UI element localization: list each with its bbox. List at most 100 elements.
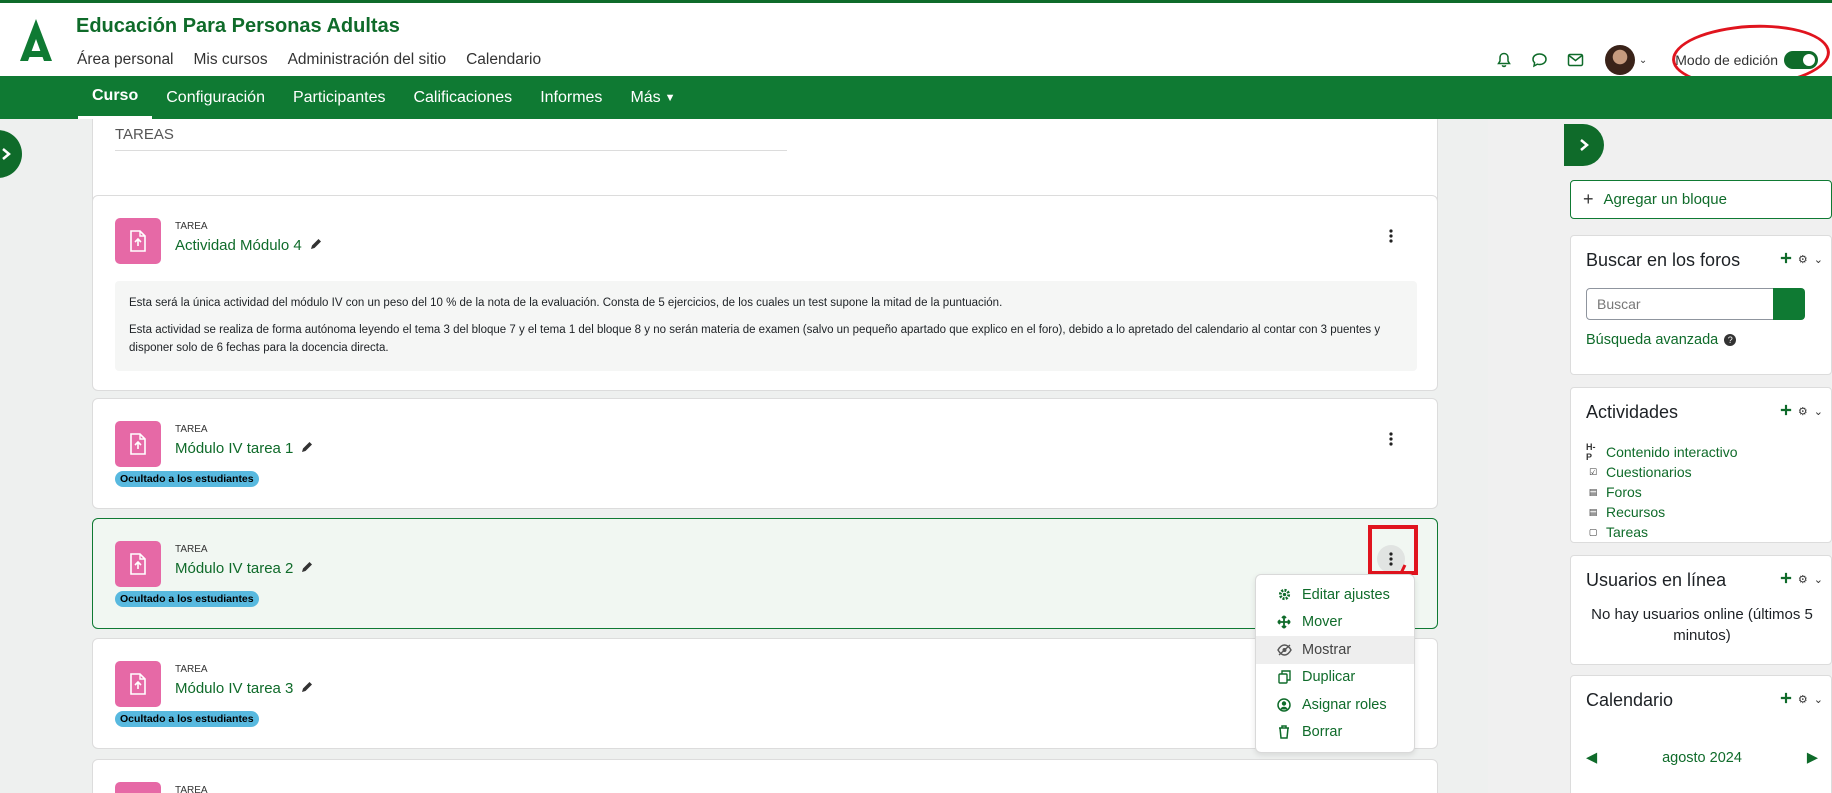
add-block-button[interactable]: + Agregar un bloque <box>1570 180 1832 219</box>
description-paragraph: Esta actividad se realiza de forma autón… <box>129 324 1381 354</box>
menu-item-duplicate[interactable]: Duplicar <box>1256 664 1414 692</box>
nav-area-personal[interactable]: Área personal <box>77 51 174 69</box>
assignment-icon <box>115 541 161 587</box>
tab-mas[interactable]: Más ▼ <box>616 76 689 119</box>
advanced-search-link[interactable]: Búsqueda avanzada ? <box>1586 332 1737 348</box>
block-controls: ⚙ ⌄ <box>1780 692 1823 707</box>
activity-name-link[interactable]: Actividad Módulo 4 <box>175 237 322 254</box>
chevron-down-icon[interactable]: ⌄ <box>1814 253 1823 266</box>
chevron-down-icon[interactable]: ⌄ <box>1814 693 1823 706</box>
activity-type: TAREA <box>175 221 208 232</box>
user-avatar[interactable] <box>1604 45 1635 75</box>
mail-icon[interactable] <box>1565 49 1587 71</box>
menu-item-edit-settings[interactable]: Editar ajustes <box>1256 581 1414 609</box>
assignment-icon <box>115 661 161 707</box>
list-item[interactable]: H-P Contenido interactivo <box>1586 442 1738 462</box>
calendar-month: agosto 2024 <box>1662 750 1742 766</box>
assignment-icon <box>115 782 161 793</box>
plus-icon: + <box>1583 189 1594 209</box>
menu-item-delete[interactable]: Borrar <box>1256 719 1414 747</box>
activity-card: TAREA Módulo IV tarea 2 Ocultado a los e… <box>92 518 1438 629</box>
menu-item-label: Asignar roles <box>1302 696 1387 713</box>
forum-search-button[interactable] <box>1773 288 1805 320</box>
pencil-icon[interactable] <box>301 440 313 457</box>
menu-item-label: Mostrar <box>1302 641 1352 658</box>
menu-item-assign-roles[interactable]: Asignar roles <box>1256 691 1414 719</box>
help-icon[interactable]: ? <box>1724 334 1737 346</box>
list-item-label: Cuestionarios <box>1606 464 1692 480</box>
gear-icon[interactable]: ⚙ <box>1798 253 1808 266</box>
block-calendar: Calendario ⚙ ⌄ ◀ agosto 2024 ▶ <box>1570 675 1832 793</box>
activity-card: TAREA <box>92 759 1438 793</box>
forum-search-input[interactable]: Buscar <box>1586 288 1774 320</box>
activity-name-link[interactable]: Módulo IV tarea 3 <box>175 680 313 697</box>
h5p-icon: H-P <box>1586 442 1596 462</box>
activity-name[interactable]: Módulo IV tarea 1 <box>175 440 293 457</box>
menu-item-move[interactable]: Mover <box>1256 609 1414 637</box>
menu-item-show[interactable]: Mostrar <box>1256 636 1414 664</box>
activity-name-link[interactable]: Módulo IV tarea 1 <box>175 440 313 457</box>
toggle-block-drawer-button[interactable] <box>1564 124 1604 166</box>
nav-calendario[interactable]: Calendario <box>466 51 541 69</box>
activity-type: TAREA <box>175 664 208 675</box>
divider <box>115 150 787 151</box>
online-users-text: No hay usuarios online (últimos 5 minuto… <box>1591 606 1813 644</box>
block-activities: Actividades ⚙ ⌄ H-P Contenido interactivo… <box>1570 387 1832 543</box>
pencil-icon[interactable] <box>310 237 322 254</box>
tab-configuracion[interactable]: Configuración <box>152 76 279 119</box>
gear-icon[interactable]: ⚙ <box>1798 573 1808 586</box>
move-icon[interactable] <box>1780 572 1792 587</box>
chat-icon[interactable] <box>1529 49 1551 71</box>
kebab-menu-icon[interactable] <box>1381 429 1401 449</box>
kebab-menu-icon[interactable] <box>1381 226 1401 246</box>
gear-icon[interactable]: ⚙ <box>1798 405 1808 418</box>
block-controls: ⚙ ⌄ <box>1780 572 1823 587</box>
bell-icon[interactable] <box>1493 49 1515 71</box>
nav-administracion[interactable]: Administración del sitio <box>288 51 447 69</box>
move-icon[interactable] <box>1780 692 1792 707</box>
next-month-icon[interactable]: ▶ <box>1807 750 1818 766</box>
description-paragraph: Esta será la única actividad del módulo … <box>129 297 1003 309</box>
file-icon: ▤ <box>1588 506 1598 517</box>
hidden-badge: Ocultado a los estudiantes <box>115 711 259 727</box>
chevron-down-icon[interactable]: ⌄ <box>1639 55 1647 66</box>
activity-type: TAREA <box>175 544 208 555</box>
pencil-icon[interactable] <box>301 680 313 697</box>
tab-curso[interactable]: Curso <box>78 76 153 119</box>
site-title[interactable]: Educación Para Personas Adultas <box>76 15 400 38</box>
block-controls: ⚙ ⌄ <box>1780 252 1823 267</box>
tab-participantes[interactable]: Participantes <box>279 76 400 119</box>
list-item[interactable]: ▢ Tareas <box>1586 522 1738 542</box>
activity-name-link[interactable]: Módulo IV tarea 2 <box>175 560 313 577</box>
list-item[interactable]: ☑ Cuestionarios <box>1586 462 1738 482</box>
chevron-down-icon[interactable]: ⌄ <box>1814 573 1823 586</box>
activity-card: TAREA Módulo IV tarea 1 Ocultado a los e… <box>92 398 1438 509</box>
nav-mis-cursos[interactable]: Mis cursos <box>194 51 268 69</box>
tab-informes[interactable]: Informes <box>526 76 616 119</box>
chevron-right-icon <box>2 148 11 160</box>
prev-month-icon[interactable]: ◀ <box>1586 750 1597 766</box>
move-icon[interactable] <box>1780 252 1792 267</box>
menu-item-label: Borrar <box>1302 724 1343 741</box>
assignment-icon <box>115 421 161 467</box>
advanced-search-label: Búsqueda avanzada <box>1586 332 1719 348</box>
list-item-label: Foros <box>1606 484 1642 500</box>
block-online-users: Usuarios en línea ⚙ ⌄ No hay usuarios on… <box>1570 555 1832 665</box>
gear-icon[interactable]: ⚙ <box>1798 693 1808 706</box>
activity-name[interactable]: Actividad Módulo 4 <box>175 237 302 254</box>
list-item[interactable]: ▤ Recursos <box>1586 502 1738 522</box>
tab-calificaciones[interactable]: Calificaciones <box>399 76 526 119</box>
pencil-icon[interactable] <box>301 560 313 577</box>
chevron-down-icon[interactable]: ⌄ <box>1814 405 1823 418</box>
activity-name[interactable]: Módulo IV tarea 3 <box>175 680 293 697</box>
open-course-index-button[interactable] <box>0 130 22 178</box>
list-item[interactable]: ▤ Foros <box>1586 482 1738 502</box>
block-title: Actividades <box>1586 402 1679 422</box>
block-title: Buscar en los foros <box>1586 250 1741 270</box>
activity-card: TAREA Módulo IV tarea 3 Ocultado a los e… <box>92 638 1438 749</box>
site-logo[interactable] <box>12 17 60 63</box>
move-icon[interactable] <box>1780 404 1792 419</box>
add-block-label: Agregar un bloque <box>1603 191 1727 208</box>
block-drawer: + Agregar un bloque Buscar en los foros … <box>1488 119 1832 793</box>
activity-name[interactable]: Módulo IV tarea 2 <box>175 560 293 577</box>
